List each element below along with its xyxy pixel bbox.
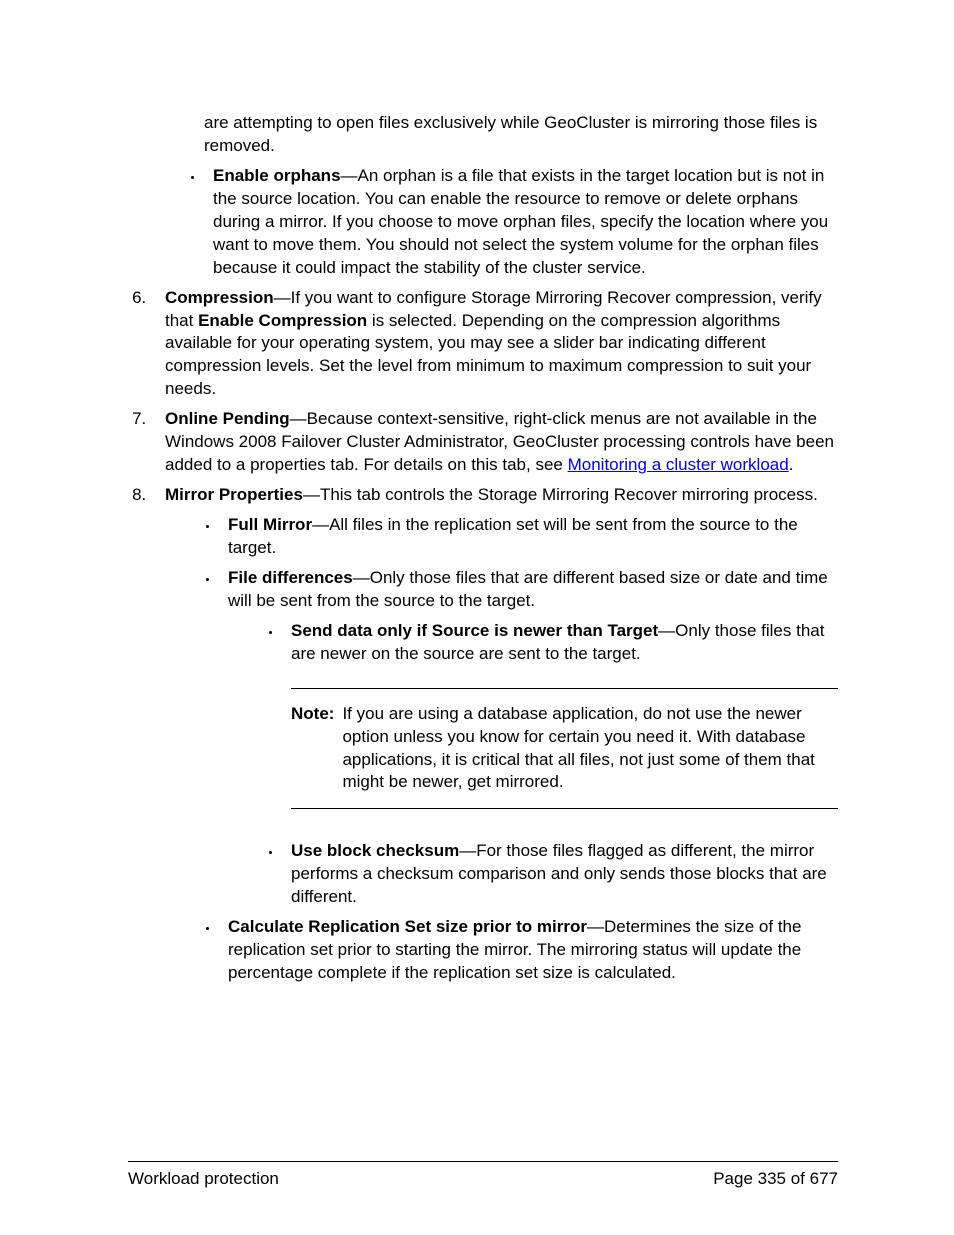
list-item: Calculate Replication Set size prior to …: [219, 916, 838, 985]
list-item: Compression—If you want to configure Sto…: [151, 287, 838, 402]
page-footer: Workload protection Page 335 of 677: [128, 1161, 838, 1191]
term: Send data only if Source is newer than T…: [291, 621, 658, 640]
continuation-text: are attempting to open files exclusively…: [204, 112, 838, 158]
term: Use block checksum: [291, 841, 459, 860]
term: Mirror Properties: [165, 485, 303, 504]
note-box: Note: If you are using a database applic…: [291, 688, 838, 810]
term: Enable orphans: [213, 166, 341, 185]
definition: —All files in the replication set will b…: [228, 515, 798, 557]
page-content: are attempting to open files exclusively…: [0, 0, 954, 985]
note-text: If you are using a database application,…: [342, 703, 838, 795]
note-label: Note:: [291, 703, 342, 795]
list-item: Full Mirror—All files in the replication…: [219, 514, 838, 560]
list-item: Online Pending—Because context-sensitive…: [151, 408, 838, 477]
term: Full Mirror: [228, 515, 312, 534]
term: Calculate Replication Set size prior to …: [228, 917, 587, 936]
footer-page-number: Page 335 of 677: [713, 1168, 838, 1191]
list-item: Use block checksum—For those files flagg…: [282, 840, 838, 909]
list-item: Mirror Properties—This tab controls the …: [151, 484, 838, 985]
term: Compression: [165, 288, 274, 307]
list-item: File differences—Only those files that a…: [219, 567, 838, 909]
term: File differences: [228, 568, 353, 587]
term: Online Pending: [165, 409, 290, 428]
text-part: —This tab controls the Storage Mirroring…: [303, 485, 818, 504]
footer-section: Workload protection: [128, 1168, 279, 1191]
link-monitoring-cluster[interactable]: Monitoring a cluster workload: [568, 455, 789, 474]
text-part: .: [789, 455, 794, 474]
list-item: Enable orphans—An orphan is a file that …: [204, 165, 838, 280]
list-item: Send data only if Source is newer than T…: [282, 620, 838, 834]
term: Enable Compression: [198, 311, 367, 330]
